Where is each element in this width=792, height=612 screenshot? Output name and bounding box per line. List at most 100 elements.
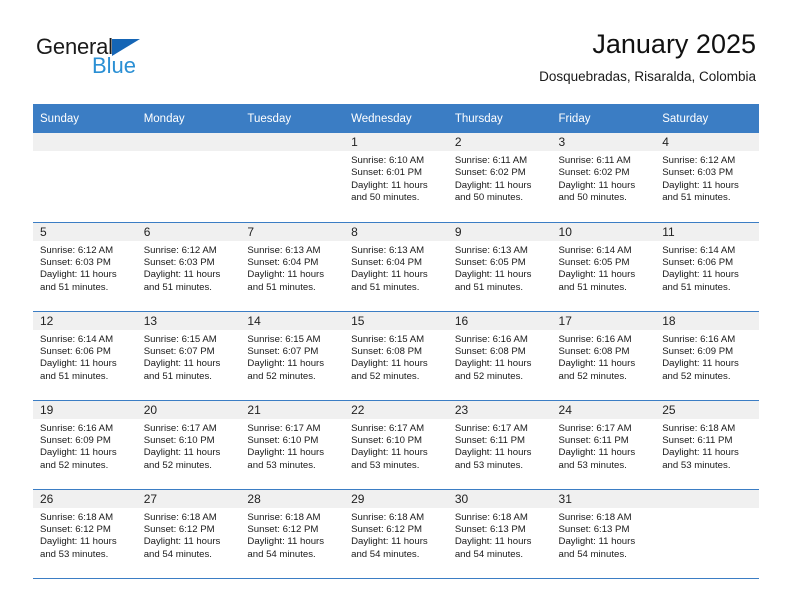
day-cell-details: Sunrise: 6:18 AM Sunset: 6:12 PM Daylight:… <box>137 508 241 562</box>
sunrise-text: Sunrise: 6:18 AM <box>351 511 425 523</box>
day-cell-details: Sunrise: 6:17 AM Sunset: 6:11 PM Daylight:… <box>552 419 656 473</box>
day-cell-details: Sunrise: 6:17 AM Sunset: 6:10 PM Daylight:… <box>137 419 241 473</box>
day-cell[interactable]: 3 Sunrise: 6:11 AM Sunset: 6:02 PM Daylight… <box>551 133 656 223</box>
sunset-text: Sunset: 6:06 PM <box>662 256 734 268</box>
day-cell-details: Sunrise: 6:16 AM Sunset: 6:08 PM Daylight:… <box>448 330 552 384</box>
page-title: January 2025 <box>592 29 756 59</box>
day-cell[interactable]: 29 Sunrise: 6:18 AM Sunset: 6:12 PM Dayligh… <box>344 489 448 579</box>
day-number: 3 <box>551 133 656 151</box>
day-cell[interactable]: 22 Sunrise: 6:17 AM Sunset: 6:10 PM Dayligh… <box>344 400 448 490</box>
weekday-header-wednesday: Wednesday <box>344 104 448 133</box>
sunset-text: Sunset: 6:05 PM <box>558 256 630 268</box>
day-cell-details: Sunrise: 6:15 AM Sunset: 6:08 PM Daylight:… <box>344 330 448 384</box>
day-cell[interactable]: 13 Sunrise: 6:15 AM Sunset: 6:07 PM Dayligh… <box>136 311 241 401</box>
day-cell[interactable]: 27 Sunrise: 6:18 AM Sunset: 6:12 PM Dayligh… <box>136 489 241 579</box>
day-number: 12 <box>33 311 137 330</box>
day-cell-inner: 1 Sunrise: 6:10 AM Sunset: 6:01 PM Daylight… <box>344 133 448 222</box>
sunrise-text: Sunrise: 6:15 AM <box>247 333 321 345</box>
daylight-text-line2: and 51 minutes. <box>40 370 109 382</box>
sunrise-text: Sunrise: 6:12 AM <box>40 244 114 256</box>
day-cell[interactable]: 8 Sunrise: 6:13 AM Sunset: 6:04 PM Daylight… <box>344 222 448 312</box>
daylight-text-line2: and 51 minutes. <box>143 281 212 293</box>
sunset-text: Sunset: 6:04 PM <box>247 256 319 268</box>
day-cell[interactable]: 6 Sunrise: 6:12 AM Sunset: 6:03 PM Daylight… <box>136 222 241 312</box>
daylight-text-line2: and 54 minutes. <box>143 548 212 560</box>
sunrise-text: Sunrise: 6:17 AM <box>558 422 632 434</box>
daylight-text-line2: and 50 minutes. <box>454 192 524 204</box>
day-cell[interactable]: 24 Sunrise: 6:17 AM Sunset: 6:11 PM Dayligh… <box>551 400 656 490</box>
day-cell-inner: 6 Sunrise: 6:12 AM Sunset: 6:03 PM Daylight… <box>136 222 241 311</box>
daylight-text-line1: Daylight: 11 hours <box>247 536 325 548</box>
day-cell-inner: 29 Sunrise: 6:18 AM Sunset: 6:12 PM Dayligh… <box>344 489 448 578</box>
day-cell[interactable]: 9 Sunrise: 6:13 AM Sunset: 6:05 PM Daylight… <box>447 222 552 312</box>
day-cell[interactable]: 5 Sunrise: 6:12 AM Sunset: 6:03 PM Daylight… <box>33 222 137 312</box>
day-number: 18 <box>655 311 759 330</box>
daylight-text-line2: and 53 minutes. <box>454 459 524 471</box>
day-cell[interactable]: 15 Sunrise: 6:15 AM Sunset: 6:08 PM Dayligh… <box>344 311 448 401</box>
day-cell[interactable]: 30 Sunrise: 6:18 AM Sunset: 6:13 PM Dayligh… <box>447 489 552 579</box>
day-cell[interactable]: 19 Sunrise: 6:16 AM Sunset: 6:09 PM Dayligh… <box>33 400 137 490</box>
day-cell[interactable]: 21 Sunrise: 6:17 AM Sunset: 6:10 PM Dayligh… <box>240 400 345 490</box>
daylight-text-line1: Daylight: 11 hours <box>143 269 221 281</box>
sunrise-text: Sunrise: 6:18 AM <box>143 511 217 523</box>
day-cell[interactable]: 11 Sunrise: 6:14 AM Sunset: 6:06 PM Dayligh… <box>655 222 759 312</box>
daylight-text-line2: and 51 minutes. <box>40 281 109 293</box>
sunrise-text: Sunrise: 6:10 AM <box>351 155 425 166</box>
day-cell[interactable]: 20 Sunrise: 6:17 AM Sunset: 6:10 PM Dayligh… <box>136 400 241 490</box>
day-cell[interactable]: 17 Sunrise: 6:16 AM Sunset: 6:08 PM Dayligh… <box>551 311 656 401</box>
calendar-week-row: 5 Sunrise: 6:12 AM Sunset: 6:03 PM Daylight… <box>33 222 759 312</box>
day-number: 8 <box>344 222 448 241</box>
day-cell-details: Sunrise: 6:11 AM Sunset: 6:02 PM Daylight:… <box>552 151 656 205</box>
day-cell[interactable]: 4 Sunrise: 6:12 AM Sunset: 6:03 PM Daylight… <box>655 133 759 223</box>
day-cell[interactable]: 18 Sunrise: 6:16 AM Sunset: 6:09 PM Dayligh… <box>655 311 759 401</box>
day-cell[interactable]: 31 Sunrise: 6:18 AM Sunset: 6:13 PM Dayligh… <box>551 489 656 579</box>
daylight-text-line1: Daylight: 11 hours <box>454 447 532 459</box>
day-cell[interactable]: 16 Sunrise: 6:16 AM Sunset: 6:08 PM Dayligh… <box>447 311 552 401</box>
daylight-text-line2: and 53 minutes. <box>40 548 109 560</box>
day-cell[interactable]: 23 Sunrise: 6:17 AM Sunset: 6:11 PM Dayligh… <box>447 400 552 490</box>
sunset-text: Sunset: 6:12 PM <box>351 523 423 535</box>
daylight-text-line2: and 52 minutes. <box>662 370 731 382</box>
day-cell-inner: 4 Sunrise: 6:12 AM Sunset: 6:03 PM Daylight… <box>655 133 759 222</box>
sunset-text: Sunset: 6:08 PM <box>454 345 526 357</box>
day-cell-details: Sunrise: 6:17 AM Sunset: 6:10 PM Daylight:… <box>240 419 344 473</box>
daylight-text-line1: Daylight: 11 hours <box>351 179 428 191</box>
day-cell-inner: 8 Sunrise: 6:13 AM Sunset: 6:04 PM Daylight… <box>344 222 448 311</box>
sunrise-text: Sunrise: 6:15 AM <box>143 333 217 345</box>
sunset-text: Sunset: 6:12 PM <box>143 523 215 535</box>
day-number <box>136 133 241 151</box>
weekday-header-saturday: Saturday <box>655 104 759 133</box>
day-cell-inner <box>655 489 759 578</box>
daylight-text-line1: Daylight: 11 hours <box>662 269 739 281</box>
day-cell-details: Sunrise: 6:17 AM Sunset: 6:10 PM Daylight:… <box>344 419 448 473</box>
sunrise-text: Sunrise: 6:16 AM <box>558 333 632 345</box>
day-cell[interactable]: 1 Sunrise: 6:10 AM Sunset: 6:01 PM Daylight… <box>344 133 448 223</box>
day-cell[interactable]: 2 Sunrise: 6:11 AM Sunset: 6:02 PM Daylight… <box>447 133 552 223</box>
daylight-text-line2: and 53 minutes. <box>247 459 316 471</box>
day-cell[interactable]: 7 Sunrise: 6:13 AM Sunset: 6:04 PM Daylight… <box>240 222 345 312</box>
sunset-text: Sunset: 6:10 PM <box>143 434 215 446</box>
sunrise-text: Sunrise: 6:11 AM <box>558 155 631 166</box>
day-cell-inner: 23 Sunrise: 6:17 AM Sunset: 6:11 PM Dayligh… <box>447 400 552 489</box>
daylight-text-line2: and 53 minutes. <box>662 459 731 471</box>
day-cell[interactable]: 28 Sunrise: 6:18 AM Sunset: 6:12 PM Dayligh… <box>240 489 345 579</box>
day-cell[interactable]: 26 Sunrise: 6:18 AM Sunset: 6:12 PM Dayligh… <box>33 489 137 579</box>
day-cell-details: Sunrise: 6:16 AM Sunset: 6:09 PM Daylight:… <box>33 419 137 473</box>
sunset-text: Sunset: 6:02 PM <box>454 167 526 179</box>
sunset-text: Sunset: 6:07 PM <box>247 345 319 357</box>
daylight-text-line2: and 54 minutes. <box>351 548 420 560</box>
daylight-text-line1: Daylight: 11 hours <box>351 358 428 370</box>
daylight-text-line2: and 54 minutes. <box>247 548 316 560</box>
day-cell[interactable]: 25 Sunrise: 6:18 AM Sunset: 6:11 PM Dayligh… <box>655 400 759 490</box>
day-cell[interactable]: 10 Sunrise: 6:14 AM Sunset: 6:05 PM Dayligh… <box>551 222 656 312</box>
daylight-text-line2: and 51 minutes. <box>143 370 212 382</box>
daylight-text-line1: Daylight: 11 hours <box>558 358 636 370</box>
daylight-text-line1: Daylight: 11 hours <box>40 536 117 548</box>
sunset-text: Sunset: 6:12 PM <box>247 523 319 535</box>
day-number: 28 <box>240 489 345 508</box>
day-number: 20 <box>136 400 241 419</box>
sunset-text: Sunset: 6:11 PM <box>558 434 629 446</box>
day-cell-details: Sunrise: 6:12 AM Sunset: 6:03 PM Daylight:… <box>137 241 241 295</box>
day-cell[interactable]: 14 Sunrise: 6:15 AM Sunset: 6:07 PM Dayligh… <box>240 311 345 401</box>
day-cell[interactable]: 12 Sunrise: 6:14 AM Sunset: 6:06 PM Dayligh… <box>33 311 137 401</box>
